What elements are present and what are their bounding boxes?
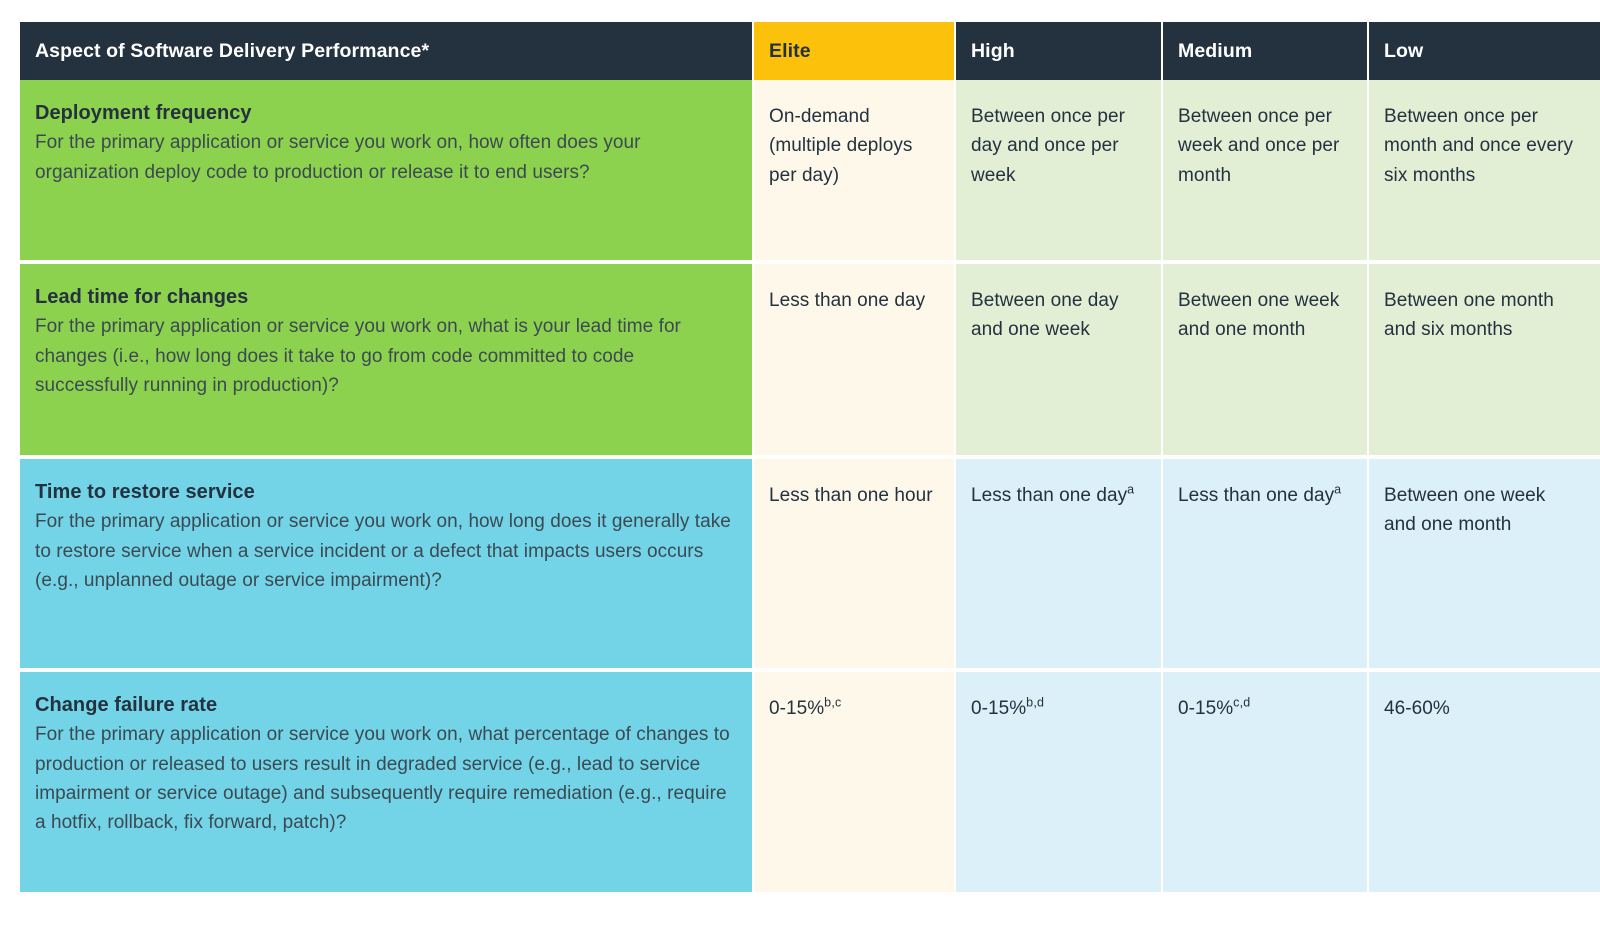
elite-value-cell: On-demand (multiple deploys per day) xyxy=(753,80,956,264)
medium-value-cell: 0-15%c,d xyxy=(1162,670,1369,892)
column-header-medium: Medium xyxy=(1162,22,1369,80)
software-delivery-performance-table: Aspect of Software Delivery Performance*… xyxy=(20,22,1600,892)
cell-text: Less than one daya xyxy=(1178,482,1342,506)
footnote-ref: b,c xyxy=(824,695,842,710)
aspect-title: Time to restore service xyxy=(35,481,255,503)
footnote-ref: c,d xyxy=(1233,695,1251,710)
cell-text: Between once per day and once per week xyxy=(971,106,1125,186)
cell-text: Between one month and six months xyxy=(1384,290,1554,341)
medium-value-cell: Between once per week and once per month xyxy=(1162,80,1369,264)
cell-text: On-demand (multiple deploys per day) xyxy=(769,106,913,186)
low-value-cell: 46-60% xyxy=(1368,670,1600,892)
column-header-elite: Elite xyxy=(753,22,956,80)
cell-text: Between once per month and once every si… xyxy=(1384,106,1574,186)
aspect-description: For the primary application or service y… xyxy=(35,511,731,591)
footnote-ref: b,d xyxy=(1026,695,1045,710)
cell-text: Between one week and one month xyxy=(1384,485,1546,536)
aspect-title: Lead time for changes xyxy=(35,286,249,308)
table-row: Time to restore service For the primary … xyxy=(20,457,1600,672)
aspect-title: Deployment frequency xyxy=(35,102,252,124)
high-value-cell: 0-15%b,d xyxy=(955,670,1163,892)
elite-value-cell: Less than one hour xyxy=(753,457,956,672)
cell-text: Between one week and one month xyxy=(1178,290,1340,341)
medium-value-cell: Between one week and one month xyxy=(1162,262,1369,459)
low-value-cell: Between once per month and once every si… xyxy=(1368,80,1600,264)
footnote-ref: a xyxy=(1127,482,1135,497)
high-value-cell: Less than one daya xyxy=(955,457,1163,672)
high-value-cell: Between one day and one week xyxy=(955,262,1163,459)
aspect-cell: Change failure rate For the primary appl… xyxy=(20,670,754,892)
software-delivery-performance-table-wrapper: Aspect of Software Delivery Performance*… xyxy=(20,22,1600,925)
column-header-high: High xyxy=(955,22,1163,80)
cell-text: 46-60% xyxy=(1384,698,1450,719)
elite-value-cell: Less than one day xyxy=(753,262,956,459)
table-row: Deployment frequency For the primary app… xyxy=(20,80,1600,264)
low-value-cell: Between one week and one month xyxy=(1368,457,1600,672)
table-row: Lead time for changes For the primary ap… xyxy=(20,262,1600,459)
aspect-title: Change failure rate xyxy=(35,694,218,716)
high-value-cell: Between once per day and once per week xyxy=(955,80,1163,264)
table-header-row: Aspect of Software Delivery Performance*… xyxy=(20,22,1600,80)
cell-text: 0-15%b,d xyxy=(971,695,1045,719)
table-row: Change failure rate For the primary appl… xyxy=(20,670,1600,892)
aspect-description: For the primary application or service y… xyxy=(35,724,730,834)
column-header-aspect: Aspect of Software Delivery Performance* xyxy=(20,22,754,80)
cell-text: Between one day and one week xyxy=(971,290,1119,341)
table-body: Deployment frequency For the primary app… xyxy=(20,80,1600,892)
cell-text: 0-15%c,d xyxy=(1178,695,1251,719)
footnote-ref: a xyxy=(1334,482,1342,497)
cell-text: Between once per week and once per month xyxy=(1178,106,1340,186)
aspect-cell: Deployment frequency For the primary app… xyxy=(20,80,754,264)
aspect-cell: Lead time for changes For the primary ap… xyxy=(20,262,754,459)
aspect-description: For the primary application or service y… xyxy=(35,132,641,183)
cell-text: Less than one daya xyxy=(971,482,1135,506)
cell-text: 0-15%b,c xyxy=(769,695,842,719)
low-value-cell: Between one month and six months xyxy=(1368,262,1600,459)
aspect-cell: Time to restore service For the primary … xyxy=(20,457,754,672)
column-header-low: Low xyxy=(1368,22,1600,80)
medium-value-cell: Less than one daya xyxy=(1162,457,1369,672)
cell-text: Less than one day xyxy=(769,290,926,311)
aspect-description: For the primary application or service y… xyxy=(35,316,681,396)
elite-value-cell: 0-15%b,c xyxy=(753,670,956,892)
table-header: Aspect of Software Delivery Performance*… xyxy=(20,22,1600,80)
cell-text: Less than one hour xyxy=(769,485,933,506)
